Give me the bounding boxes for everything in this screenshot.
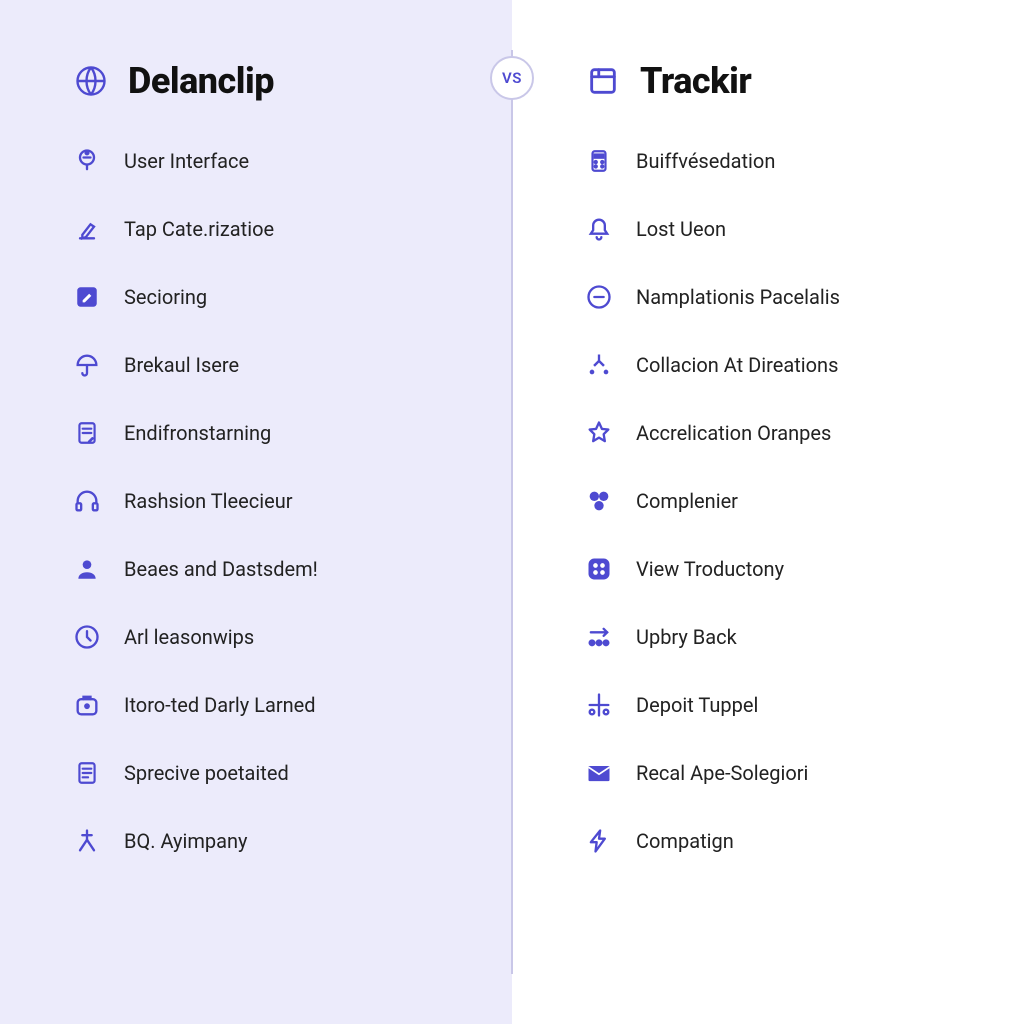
shapes-icon xyxy=(584,486,614,516)
pen-base-icon xyxy=(72,214,102,244)
tripod-icon xyxy=(72,826,102,856)
feature-item: Upbry Back xyxy=(584,622,984,652)
feature-item: Collacion At Direations xyxy=(584,350,984,380)
feature-label: Buiffvésedation xyxy=(636,149,775,173)
feature-item: Brekaul Isere xyxy=(72,350,472,380)
feature-item: Complenier xyxy=(584,486,984,516)
minus-circle-icon xyxy=(584,282,614,312)
feature-item: Compatign xyxy=(584,826,984,856)
umbrella-icon xyxy=(72,350,102,380)
vs-label: VS xyxy=(502,69,522,87)
feature-label: Accrelication Oranpes xyxy=(636,421,831,445)
feature-label: Sprecive poetaited xyxy=(124,761,289,785)
feature-label: Collacion At Direations xyxy=(636,353,838,377)
feature-label: Rashsion Tleecieur xyxy=(124,489,293,513)
right-heading: Trackir xyxy=(584,60,984,102)
feature-item: Beaes and Dastsdem! xyxy=(72,554,472,584)
feature-label: Compatign xyxy=(636,829,734,853)
star-icon xyxy=(584,418,614,448)
headphones-icon xyxy=(72,486,102,516)
feature-label: BQ. Ayimpany xyxy=(124,829,248,853)
feature-label: Endifronstarning xyxy=(124,421,271,445)
lightning-icon xyxy=(584,826,614,856)
inbox-icon xyxy=(72,690,102,720)
delanclip-logo-icon xyxy=(72,62,110,100)
feature-item: Itoro-ted Darly Larned xyxy=(72,690,472,720)
feature-label: Beaes and Dastsdem! xyxy=(124,557,318,581)
vertical-divider xyxy=(511,50,513,974)
feature-label: Itoro-ted Darly Larned xyxy=(124,693,316,717)
vs-badge: VS xyxy=(490,56,534,100)
feature-item: View Troductony xyxy=(584,554,984,584)
feature-label: View Troductony xyxy=(636,557,784,581)
feature-label: Depoit Tuppel xyxy=(636,693,758,717)
feature-item: Sprecive poetaited xyxy=(72,758,472,788)
feature-item: Buiffvésedation xyxy=(584,146,984,176)
user-interface-icon xyxy=(72,146,102,176)
feature-item: Recal Ape-Solegiori xyxy=(584,758,984,788)
feature-label: Tap Cate.rizatioe xyxy=(124,217,274,241)
feature-label: Arl leasonwips xyxy=(124,625,254,649)
feature-item: Depoit Tuppel xyxy=(584,690,984,720)
feature-label: Upbry Back xyxy=(636,625,737,649)
document-check-icon xyxy=(72,418,102,448)
feature-item: Secioring xyxy=(72,282,472,312)
clock-icon xyxy=(72,622,102,652)
feature-item: Endifronstarning xyxy=(72,418,472,448)
left-title: Delanclip xyxy=(128,60,274,102)
feature-item: BQ. Ayimpany xyxy=(72,826,472,856)
transfer-icon xyxy=(584,622,614,652)
trackir-logo-icon xyxy=(584,62,622,100)
feature-item: Tap Cate.rizatioe xyxy=(72,214,472,244)
feature-label: User Interface xyxy=(124,149,249,173)
feature-label: Complenier xyxy=(636,489,738,513)
feature-label: Recal Ape-Solegiori xyxy=(636,761,808,785)
feature-item: Namplationis Pacelalis xyxy=(584,282,984,312)
left-heading: Delanclip xyxy=(72,60,472,102)
mail-icon xyxy=(584,758,614,788)
right-feature-list: Buiffvésedation Lost Ueon Namplationis P… xyxy=(584,146,984,856)
feature-item: User Interface xyxy=(72,146,472,176)
comparison-container: Delanclip User Interface Tap Cate.rizati… xyxy=(0,0,1024,1024)
feature-item: Arl leasonwips xyxy=(72,622,472,652)
edit-square-icon xyxy=(72,282,102,312)
feature-item: Lost Ueon xyxy=(584,214,984,244)
feature-item: Accrelication Oranpes xyxy=(584,418,984,448)
feature-item: Rashsion Tleecieur xyxy=(72,486,472,516)
document-icon xyxy=(72,758,102,788)
feature-label: Brekaul Isere xyxy=(124,353,239,377)
right-column: Trackir Buiffvésedation Lost Ueon xyxy=(512,0,1024,1024)
calculator-icon xyxy=(584,146,614,176)
person-icon xyxy=(72,554,102,584)
feature-label: Secioring xyxy=(124,285,207,309)
feature-label: Namplationis Pacelalis xyxy=(636,285,840,309)
merge-arrows-icon xyxy=(584,350,614,380)
feature-label: Lost Ueon xyxy=(636,217,726,241)
left-column: Delanclip User Interface Tap Cate.rizati… xyxy=(0,0,512,1024)
app-grid-icon xyxy=(584,554,614,584)
balance-icon xyxy=(584,690,614,720)
bell-icon xyxy=(584,214,614,244)
left-feature-list: User Interface Tap Cate.rizatioe Se xyxy=(72,146,472,856)
right-title: Trackir xyxy=(640,60,751,102)
